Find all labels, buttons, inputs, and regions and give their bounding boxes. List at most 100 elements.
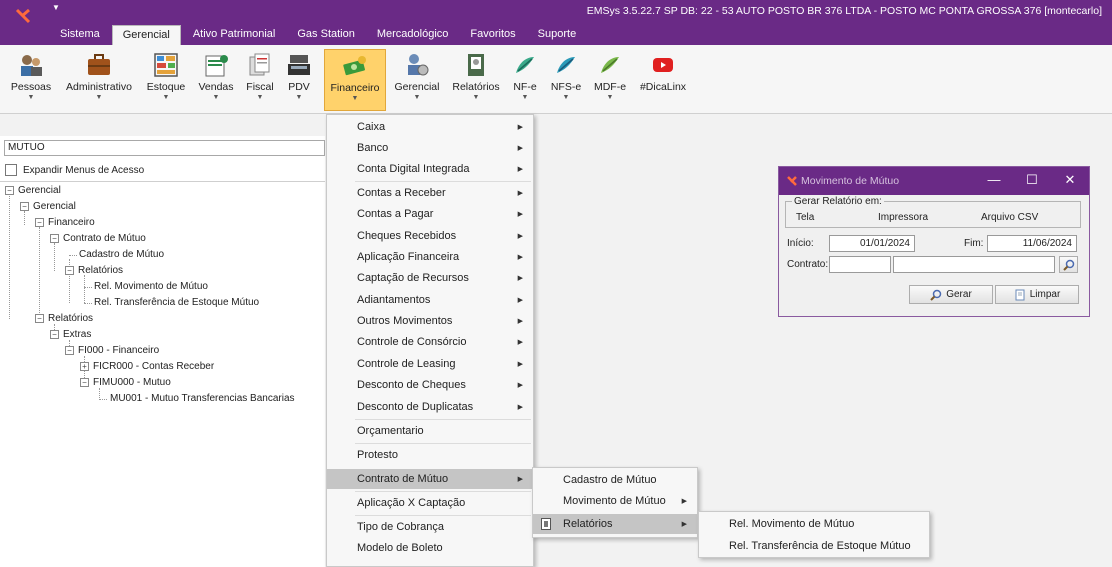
tree-leaf[interactable]: Cadastro de Mútuo: [79, 247, 164, 262]
chevron-right-icon: ▶: [517, 361, 523, 368]
dialog-title-bar[interactable]: Movimento de Mútuo — ☐ ✕: [779, 167, 1089, 195]
menu-item-adiantamentos[interactable]: Adiantamentos ▶: [327, 290, 533, 310]
chevron-down-icon: ▼: [413, 94, 421, 101]
menu-item-cadastro-mutuo[interactable]: Cadastro de Mútuo: [533, 470, 697, 490]
ribbon-fiscal-button[interactable]: Fiscal ▼: [242, 49, 278, 111]
ribbon-pdv-button[interactable]: PDV ▼: [284, 49, 314, 111]
tree-guide: [99, 399, 107, 400]
menu-item-captacao-recursos[interactable]: Captação de Recursos ▶: [327, 268, 533, 288]
tab-gerencial[interactable]: Gerencial: [111, 25, 181, 45]
tree-node[interactable]: − Relatórios: [35, 311, 93, 326]
ribbon-pessoas-button[interactable]: Pessoas ▼: [8, 49, 54, 111]
checkbox-box[interactable]: [5, 164, 17, 176]
maximize-icon[interactable]: ☐: [1013, 167, 1051, 195]
tree-node[interactable]: − Contrato de Mútuo: [50, 231, 146, 246]
emsys-logo-icon[interactable]: [14, 6, 32, 24]
tree-node[interactable]: − FIMU000 - Mutuo: [80, 375, 171, 390]
tab-ativo-patrimonial[interactable]: Ativo Patrimonial: [183, 25, 286, 45]
menu-item-banco[interactable]: Banco ▶: [327, 138, 533, 158]
menu-item-label: Contrato de Mútuo: [357, 473, 449, 485]
ribbon-nfse-button[interactable]: NFS-e ▼: [548, 49, 584, 111]
report-icon: [541, 518, 551, 530]
contrato-description-field[interactable]: [893, 256, 1055, 273]
ribbon-relatorios-button[interactable]: Relatórios ▼: [450, 49, 502, 111]
collapse-toggle-icon[interactable]: −: [35, 314, 44, 323]
collapse-toggle-icon[interactable]: −: [35, 218, 44, 227]
menu-item-protesto[interactable]: Protesto: [327, 445, 533, 465]
limpar-button[interactable]: Limpar: [995, 285, 1079, 304]
ribbon-label: Fiscal: [246, 81, 274, 93]
menu-item-movimento-mutuo[interactable]: Movimento de Mútuo ▶: [533, 491, 697, 511]
tab-mercadologico[interactable]: Mercadológico: [367, 25, 459, 45]
collapse-toggle-icon[interactable]: −: [65, 266, 74, 275]
menu-item-aplicacao-financeira[interactable]: Aplicação Financeira ▶: [327, 247, 533, 267]
ribbon-vendas-button[interactable]: Vendas ▼: [196, 49, 236, 111]
expand-menus-checkbox[interactable]: Expandir Menus de Acesso: [5, 162, 144, 178]
tree-node[interactable]: − FI000 - Financeiro: [65, 343, 159, 358]
expand-toggle-icon[interactable]: +: [80, 362, 89, 371]
fim-label: Fim:: [964, 238, 984, 249]
gerar-button[interactable]: Gerar: [909, 285, 993, 304]
search-button[interactable]: [1059, 256, 1078, 273]
menu-separator: [355, 181, 531, 182]
menu-item-modelo-boleto[interactable]: Modelo de Boleto: [327, 538, 533, 558]
tree-node[interactable]: − Financeiro: [35, 215, 95, 230]
radio-tela[interactable]: Tela: [796, 212, 814, 223]
menu-item-conta-digital[interactable]: Conta Digital Integrada ▶: [327, 159, 533, 179]
ribbon-financeiro-button[interactable]: Financeiro ▼: [324, 49, 386, 111]
ribbon-administrativo-button[interactable]: Administrativo ▼: [60, 49, 138, 111]
menu-item-contrato-mutuo[interactable]: Contrato de Mútuo ▶: [327, 469, 533, 489]
menu-item-rel-movimento-mutuo[interactable]: Rel. Movimento de Mútuo: [699, 514, 929, 534]
ribbon-estoque-button[interactable]: Estoque ▼: [144, 49, 188, 111]
tree-leaf[interactable]: Rel. Movimento de Mútuo: [94, 279, 208, 294]
menu-item-outros-movimentos[interactable]: Outros Movimentos ▶: [327, 311, 533, 331]
menu-item-caixa[interactable]: Caixa ▶: [327, 117, 533, 137]
tree-node[interactable]: − Relatórios: [65, 263, 123, 278]
menu-item-cheques-recebidos[interactable]: Cheques Recebidos ▶: [327, 226, 533, 246]
menu-search-input[interactable]: MUTUO: [4, 140, 325, 156]
tree-node[interactable]: + FICR000 - Contas Receber: [80, 359, 214, 374]
ribbon-label: Financeiro: [330, 82, 380, 94]
radio-arquivo-csv[interactable]: Arquivo CSV: [981, 212, 1038, 223]
quick-access-arrow-icon[interactable]: ▼: [52, 3, 60, 12]
menu-item-tipo-cobranca[interactable]: Tipo de Cobrança: [327, 517, 533, 537]
ribbon-nfe-button[interactable]: NF-e ▼: [510, 49, 540, 111]
tab-sistema[interactable]: Sistema: [50, 25, 110, 45]
tree-leaf[interactable]: MU001 - Mutuo Transferencias Bancarias: [110, 391, 295, 406]
collapse-toggle-icon[interactable]: −: [5, 186, 14, 195]
menu-item-orcamentario[interactable]: Orçamentario: [327, 421, 533, 441]
collapse-toggle-icon[interactable]: −: [65, 346, 74, 355]
ribbon-mdfe-button[interactable]: MDF-e ▼: [590, 49, 630, 111]
menu-item-contas-receber[interactable]: Contas a Receber ▶: [327, 183, 533, 203]
menu-item-rel-transferencia-estoque[interactable]: Rel. Transferência de Estoque Mútuo: [699, 536, 929, 556]
tree-node[interactable]: − Extras: [50, 327, 91, 342]
menu-item-contas-pagar[interactable]: Contas a Pagar ▶: [327, 204, 533, 224]
collapse-toggle-icon[interactable]: −: [50, 330, 59, 339]
tab-favoritos[interactable]: Favoritos: [460, 25, 525, 45]
ribbon-dicalinx-button[interactable]: #DicaLinx: [636, 49, 690, 111]
collapse-toggle-icon[interactable]: −: [50, 234, 59, 243]
inicio-date-field[interactable]: 01/01/2024: [829, 235, 915, 252]
menu-item-aplicacao-captacao[interactable]: Aplicação X Captação: [327, 493, 533, 513]
collapse-toggle-icon[interactable]: −: [20, 202, 29, 211]
chevron-right-icon: ▶: [517, 318, 523, 325]
chevron-right-icon: ▶: [517, 339, 523, 346]
tab-suporte[interactable]: Suporte: [528, 25, 587, 45]
menu-item-desconto-cheques[interactable]: Desconto de Cheques ▶: [327, 375, 533, 395]
radio-impressora[interactable]: Impressora: [878, 212, 928, 223]
contrato-code-field[interactable]: [829, 256, 891, 273]
chevron-down-icon: ▼: [521, 94, 529, 101]
fim-date-field[interactable]: 11/06/2024: [987, 235, 1077, 252]
tree-leaf[interactable]: Rel. Transferência de Estoque Mútuo: [94, 295, 259, 310]
collapse-toggle-icon[interactable]: −: [80, 378, 89, 387]
tree-node[interactable]: − Gerencial: [20, 199, 76, 214]
tree-node[interactable]: − Gerencial: [5, 183, 61, 198]
close-icon[interactable]: ✕: [1051, 167, 1089, 195]
ribbon-gerencial-button[interactable]: Gerencial ▼: [392, 49, 442, 111]
menu-item-relatorios[interactable]: Relatórios ▶: [533, 514, 697, 534]
tab-gas-station[interactable]: Gas Station: [287, 25, 364, 45]
menu-item-desconto-duplicatas[interactable]: Desconto de Duplicatas ▶: [327, 397, 533, 417]
menu-item-controle-leasing[interactable]: Controle de Leasing ▶: [327, 354, 533, 374]
minimize-icon[interactable]: —: [975, 167, 1013, 195]
menu-item-controle-consorcio[interactable]: Controle de Consórcio ▶: [327, 332, 533, 352]
